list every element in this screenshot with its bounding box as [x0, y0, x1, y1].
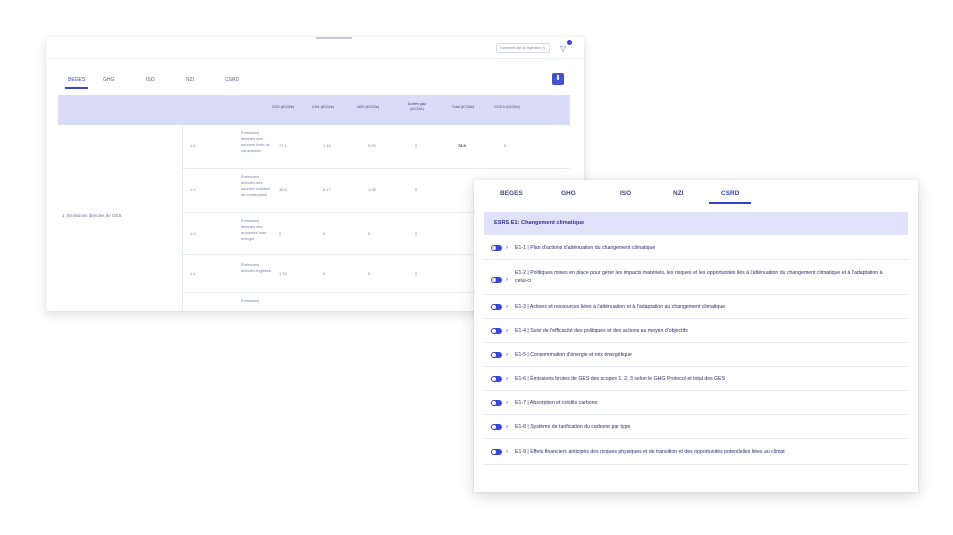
toggle-on-icon[interactable]: [491, 245, 502, 251]
chevron-right-icon[interactable]: ›: [506, 277, 508, 283]
cell-co2: 30.5: [279, 187, 287, 192]
header-ch4: CH4 (tCO2e): [311, 105, 335, 109]
row-code: 1.4: [190, 271, 196, 276]
download-button[interactable]: ⬇: [552, 73, 564, 85]
header-n2o: N2O (tCO2e): [356, 105, 380, 109]
chevron-right-icon[interactable]: ›: [506, 245, 508, 251]
download-icon: ⬇: [555, 75, 561, 82]
cell-other: 0: [415, 143, 418, 148]
cell-co2: 77.1: [279, 143, 287, 148]
list-item-label: E1-3 | Actions et ressources liées à l'a…: [515, 304, 726, 310]
cell-co2: 1.74: [279, 271, 287, 276]
header-other-gases: Autres gaz (tCO2e): [407, 102, 427, 111]
list-item-label: E1-7 | Absorption et crédits carbone: [515, 400, 598, 406]
list-item-label: E1-5 | Consommation d'énergie et mix éne…: [515, 352, 632, 358]
cell-n2o: 1.09: [368, 187, 376, 192]
row-desc: Émissions directes des sources mobiles d…: [241, 174, 270, 197]
list-item[interactable]: › E1-7 | Absorption et crédits carbone: [484, 391, 908, 415]
period-select[interactable]: Sommes de la Injection ∨: [496, 43, 550, 53]
cell-ch4: 1.16: [323, 143, 331, 148]
toggle-on-icon[interactable]: [491, 328, 502, 334]
csrd-report-window: BEGES GHG ISO NZI CSRD ESRS E1: Changeme…: [474, 180, 918, 492]
list-item[interactable]: › E1-8 | Système de tarification du carb…: [484, 415, 908, 439]
toggle-on-icon[interactable]: [491, 449, 502, 455]
cell-n2o: 0: [368, 231, 371, 236]
list-item-label: E1-2 | Politiques mises en place pour gé…: [515, 270, 883, 284]
funnel-icon: ▽: [560, 44, 567, 53]
list-item-label: E1-4 | Suivi de l'efficacité des politiq…: [515, 328, 688, 334]
chevron-right-icon[interactable]: ›: [506, 304, 508, 310]
cell-n2o: 0.43: [368, 143, 376, 148]
chevron-right-icon[interactable]: ›: [506, 449, 508, 455]
row-desc: Émissions directes des procédés hors éne…: [241, 218, 267, 241]
header-co2b: CO2 b (tCO2e): [494, 105, 520, 109]
toggle-on-icon[interactable]: [491, 352, 502, 358]
filter-active-dot: [567, 40, 572, 45]
back-top-indicator: [316, 37, 352, 39]
cell-ch4: 0.17: [323, 187, 331, 192]
front-tab-iso[interactable]: ISO: [620, 190, 631, 197]
cell-n2o: 0: [368, 271, 371, 276]
cell-other: 0: [415, 231, 418, 236]
filter-icon[interactable]: ▽: [558, 40, 572, 55]
cell-co2b: 0: [504, 143, 507, 148]
row-code: 1.2: [190, 187, 196, 192]
back-tab-ghg[interactable]: GHG: [103, 76, 114, 90]
front-tab-beges[interactable]: BEGES: [500, 190, 523, 197]
list-item[interactable]: › E1-2 | Politiques mises en place pour …: [484, 260, 908, 295]
front-tab-csrd[interactable]: CSRD: [708, 190, 753, 204]
toggle-on-icon[interactable]: [491, 304, 502, 310]
cell-co2: 0: [279, 231, 282, 236]
list-item[interactable]: › E1-4 | Suivi de l'efficacité des polit…: [484, 319, 908, 343]
row-code: 1.1: [190, 143, 196, 148]
row-code: 1.3: [190, 231, 196, 236]
toggle-on-icon[interactable]: [491, 277, 502, 283]
toggle-on-icon[interactable]: [491, 424, 502, 430]
chevron-right-icon[interactable]: ›: [506, 352, 508, 358]
group-label: 1. Émissions directes de GES: [62, 213, 122, 218]
cell-ch4: 0: [323, 231, 326, 236]
list-item-label: E1-8 | Système de tarification du carbon…: [515, 424, 631, 430]
back-tab-iso[interactable]: ISO: [146, 76, 155, 90]
table-group: 1. Émissions directes de GES: [58, 125, 183, 311]
chevron-right-icon[interactable]: ›: [506, 376, 508, 382]
chevron-right-icon[interactable]: ›: [506, 328, 508, 334]
front-tab-nzi[interactable]: NZI: [673, 190, 683, 197]
front-tab-ghg[interactable]: GHG: [561, 190, 576, 197]
back-tab-csrd[interactable]: CSRD: [225, 76, 239, 90]
section-header: ESRS E1: Changement climatique: [484, 212, 908, 235]
table-row[interactable]: 1.1 Émissions directes des sources fixes…: [183, 125, 570, 169]
back-tab-nzi[interactable]: NZI: [186, 76, 194, 90]
header-co2: CO2 (tCO2e): [271, 105, 295, 109]
back-tab-beges[interactable]: BEGES: [64, 76, 89, 90]
list-item[interactable]: › E1-1 | Plan d'actions d'atténuation du…: [484, 236, 908, 260]
table-header: CO2 (tCO2e) CH4 (tCO2e) N2O (tCO2e) Autr…: [58, 95, 570, 125]
cell-other: 0: [415, 271, 418, 276]
row-desc: Émissions directes des sources fixes de …: [241, 130, 270, 153]
cell-other: 0: [415, 187, 418, 192]
front-tabs: BEGES GHG ISO NZI CSRD: [474, 180, 918, 210]
toggle-on-icon[interactable]: [491, 376, 502, 382]
list-item-label: E1-9 | Effets financiers anticipés des r…: [515, 449, 785, 455]
cell-total: 78.5: [458, 143, 466, 148]
list-item[interactable]: › E1-3 | Actions et ressources liées à l…: [484, 295, 908, 319]
row-desc: Émissions directes fugitives: [241, 262, 271, 273]
chevron-right-icon[interactable]: ›: [506, 424, 508, 430]
toggle-on-icon[interactable]: [491, 400, 502, 406]
list-item[interactable]: › E1-9 | Effets financiers anticipés des…: [484, 439, 908, 465]
list-item[interactable]: › E1-6 | Émissions brutes de GES des sco…: [484, 367, 908, 391]
list-item[interactable]: › E1-5 | Consommation d'énergie et mix é…: [484, 343, 908, 367]
row-desc: Émissions: [241, 298, 260, 303]
list-item-label: E1-6 | Émissions brutes de GES des scope…: [515, 376, 726, 382]
cell-ch4: 0: [323, 271, 326, 276]
back-tabs: BEGES GHG ISO NZI CSRD: [56, 76, 576, 90]
header-total: Total (tCO2e): [451, 105, 475, 109]
chevron-right-icon[interactable]: ›: [506, 400, 508, 406]
list-item-label: E1-1 | Plan d'actions d'atténuation du c…: [515, 245, 656, 251]
